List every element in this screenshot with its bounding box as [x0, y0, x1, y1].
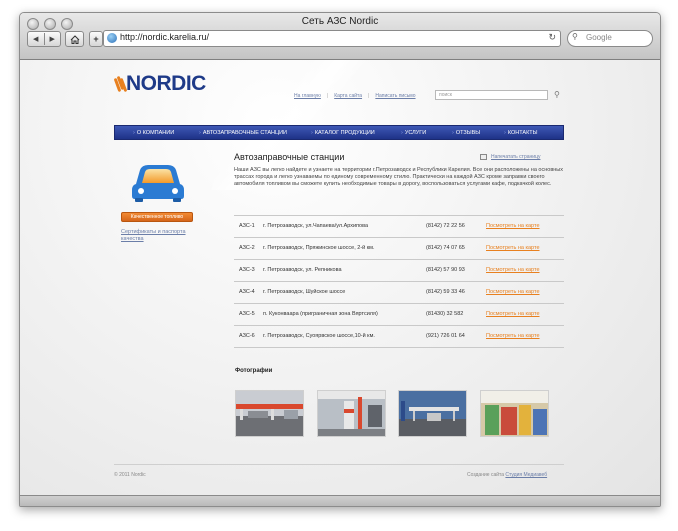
add-bookmark-button[interactable]: +: [89, 31, 103, 47]
view-on-map-link[interactable]: Посмотреть на карте: [486, 289, 540, 295]
table-row: АЗС-1 г. Петрозаводск, ул.Чапаева/ул.Арх…: [234, 215, 564, 237]
station-phone: (8142) 72 22 56: [426, 223, 465, 229]
station-code: АЗС-2: [239, 245, 255, 251]
sitemap-link[interactable]: Карта сайта: [334, 93, 362, 99]
back-arrow-icon[interactable]: ◀: [28, 35, 44, 43]
browser-window: Сеть АЗС Nordic ◀ ▶ + http://nordic.kare…: [19, 12, 661, 507]
intro-text: Наши АЗС вы легко найдете и узнаете на т…: [234, 167, 563, 188]
page-title: Автозаправочные станции: [234, 152, 345, 162]
reload-icon[interactable]: ↻: [548, 32, 556, 43]
view-on-map-link[interactable]: Посмотреть на карте: [486, 245, 540, 251]
site-icon: [107, 33, 117, 43]
site-search-input[interactable]: поиск: [435, 90, 548, 100]
main-nav: О КОМПАНИИ АВТОЗАПРАВОЧНЫЕ СТАНЦИИ КАТАЛ…: [114, 125, 564, 140]
station-code: АЗС-3: [239, 267, 255, 273]
table-row: АЗС-4 г. Петрозаводск, Шуйское шоссе (81…: [234, 281, 564, 303]
view-on-map-link[interactable]: Посмотреть на карте: [486, 223, 540, 229]
station-phone: (921) 726 01 64: [426, 333, 465, 339]
station-address: г. Петрозаводск, Шуйское шоссе: [263, 289, 346, 295]
shop-interior-photo: [481, 391, 548, 436]
site-credits: Создание сайта Студия Медиавеб: [467, 472, 547, 478]
certificates-link[interactable]: Сертификаты и паспорта качества: [121, 229, 201, 243]
site-logo[interactable]: NORDIC: [113, 72, 206, 96]
copyright-text: © 2011 Nordic: [114, 472, 146, 478]
station-address: г. Петрозаводск, ул. Репникова: [263, 267, 342, 273]
home-button[interactable]: [65, 31, 84, 47]
gas-station-photo-1: [236, 391, 303, 436]
browser-titlebar: Сеть АЗС Nordic ◀ ▶ + http://nordic.kare…: [20, 13, 660, 60]
station-address: г. Петрозаводск, ул.Чапаева/ул.Архипова: [263, 223, 369, 229]
nav-item-catalog[interactable]: КАТАЛОГ ПРОДУКЦИИ: [311, 130, 375, 136]
studio-link[interactable]: Студия Медиавеб: [505, 472, 547, 478]
home-icon: [70, 34, 79, 44]
station-address: г. Петрозаводск, Пряжинское шоссе, 2-й к…: [263, 245, 375, 251]
search-icon: ⚲: [572, 32, 578, 41]
station-phone: (8142) 57 90 93: [426, 267, 465, 273]
station-phone: (8142) 74 07 65: [426, 245, 465, 251]
search-icon[interactable]: ⚲: [554, 90, 560, 99]
station-code: АЗС-1: [239, 223, 255, 229]
station-address: п. Куконваара (приграничная зона Вяртсил…: [263, 311, 378, 317]
station-code: АЗС-6: [239, 333, 255, 339]
table-row: АЗС-2 г. Петрозаводск, Пряжинское шоссе,…: [234, 237, 564, 259]
station-code: АЗС-4: [239, 289, 255, 295]
nav-item-services[interactable]: УСЛУГИ: [401, 130, 426, 136]
footer-divider: [114, 464, 564, 465]
table-row: АЗС-3 г. Петрозаводск, ул. Репникова (81…: [234, 259, 564, 281]
credits-prefix: Создание сайта: [467, 472, 505, 478]
gas-station-photo-2: [318, 391, 385, 436]
table-row: АЗС-6 г. Петрозаводск, Суоярвское шоссе,…: [234, 325, 564, 348]
nav-item-stations[interactable]: АВТОЗАПРАВОЧНЫЕ СТАНЦИИ: [199, 130, 287, 136]
nav-item-contacts[interactable]: КОНТАКТЫ: [504, 130, 538, 136]
photo-thumbnail[interactable]: [480, 390, 549, 437]
gas-station-photo-3: [399, 391, 466, 436]
print-label: Напечатать страницу: [491, 154, 541, 160]
stations-table: АЗС-1 г. Петрозаводск, ул.Чапаева/ул.Арх…: [234, 215, 564, 348]
view-on-map-link[interactable]: Посмотреть на карте: [486, 267, 540, 273]
browser-statusbar: [20, 495, 660, 506]
table-row: АЗС-5 п. Куконваара (приграничная зона В…: [234, 303, 564, 325]
station-code: АЗС-5: [239, 311, 255, 317]
station-address: г. Петрозаводск, Суоярвское шоссе,10-й к…: [263, 333, 375, 339]
logo-text: NORDIC: [126, 72, 206, 95]
flame-logo-icon: [113, 74, 128, 94]
nav-item-reviews[interactable]: ОТЗЫВЫ: [452, 130, 480, 136]
car-icon: [132, 165, 184, 202]
url-text[interactable]: http://nordic.karelia.ru/: [120, 32, 209, 42]
view-on-map-link[interactable]: Посмотреть на карте: [486, 333, 540, 339]
photo-thumbnail[interactable]: [398, 390, 467, 437]
print-page-link[interactable]: Напечатать страницу: [480, 154, 540, 160]
nav-item-company[interactable]: О КОМПАНИИ: [133, 130, 174, 136]
address-bar[interactable]: http://nordic.karelia.ru/ ↻: [103, 30, 561, 47]
back-forward-buttons: ◀ ▶: [27, 31, 61, 47]
photos-heading: Фотографии: [235, 368, 273, 374]
station-phone: (81430) 32 582: [426, 311, 464, 317]
photo-thumbnail[interactable]: [235, 390, 304, 437]
page-viewport: NORDIC На главную | Карта сайта | Написа…: [20, 60, 660, 495]
printer-icon: [480, 154, 487, 160]
browser-search-placeholder: Google: [586, 33, 612, 42]
link-separator: |: [326, 93, 329, 99]
station-phone: (8142) 59 33 46: [426, 289, 465, 295]
link-separator: |: [368, 93, 370, 99]
header-links: На главную | Карта сайта | Написать пись…: [294, 93, 416, 99]
browser-search-field[interactable]: ⚲ Google: [567, 30, 653, 47]
photo-thumbnail[interactable]: [317, 390, 386, 437]
forward-arrow-icon[interactable]: ▶: [45, 35, 61, 43]
home-link[interactable]: На главную: [294, 93, 321, 99]
view-on-map-link[interactable]: Посмотреть на карте: [486, 311, 540, 317]
window-title: Сеть АЗС Nordic: [301, 16, 379, 27]
quality-fuel-button[interactable]: Качественное топливо: [121, 212, 193, 222]
write-letter-link[interactable]: Написать письмо: [375, 93, 415, 99]
